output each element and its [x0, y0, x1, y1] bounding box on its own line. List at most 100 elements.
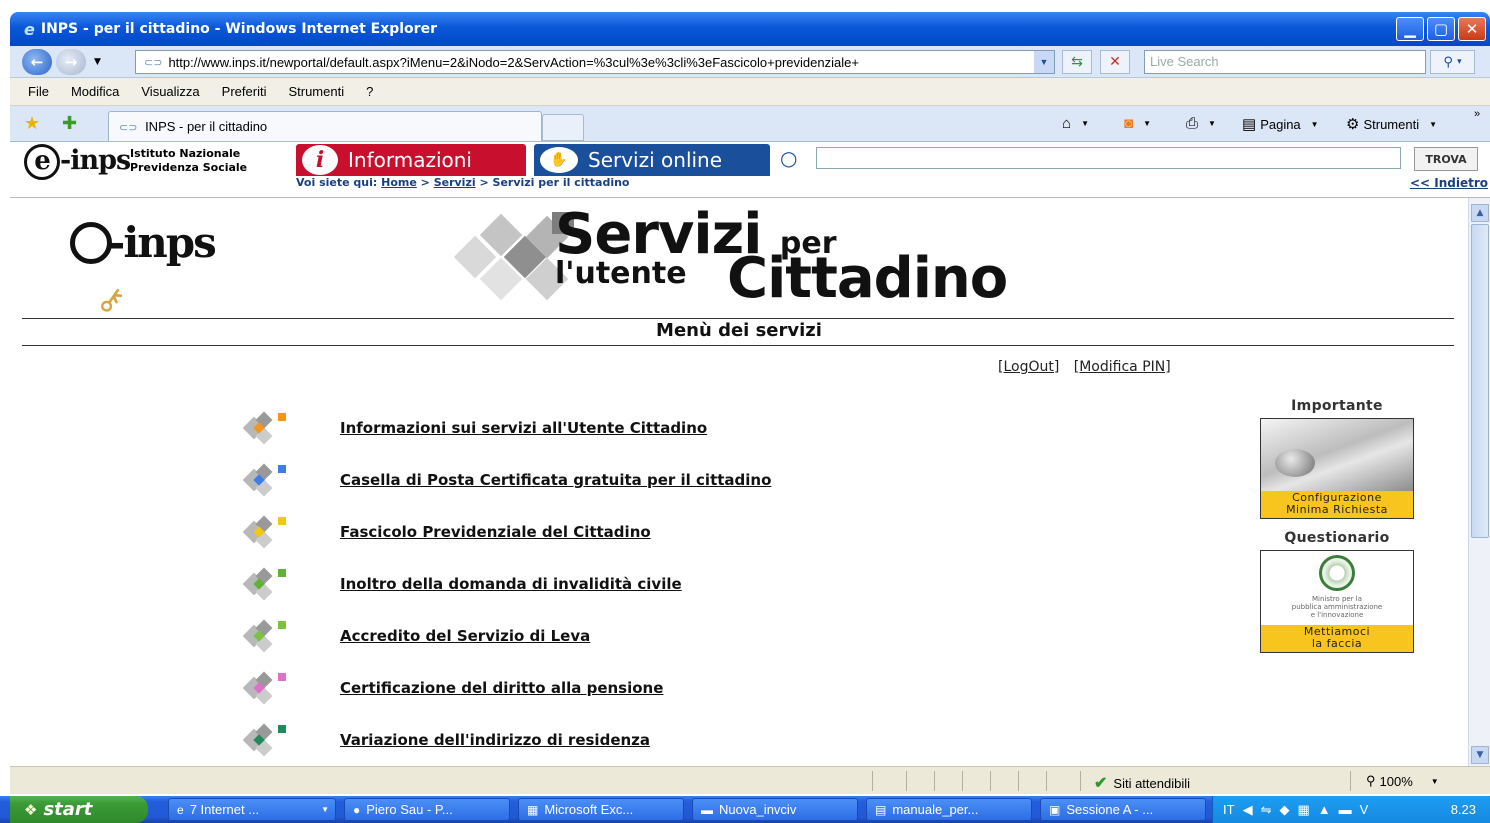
- task-piero-sau[interactable]: ● Piero Sau - P...: [344, 798, 510, 821]
- tools-menu-button[interactable]: ⚙ Strumenti ▼: [1346, 115, 1437, 133]
- search-dropdown-icon: ▾: [1457, 57, 1462, 67]
- service-link[interactable]: Informazioni sui servizi all'Utente Citt…: [340, 419, 707, 437]
- vertical-scrollbar[interactable]: ▲ ▼: [1468, 198, 1490, 766]
- service-link[interactable]: Inoltro della domanda di invalidità civi…: [340, 575, 682, 593]
- address-toolbar: ← → ▼ ⊂⊃ http://www.inps.it/newportal/de…: [10, 46, 1490, 78]
- page-menu-button[interactable]: ▤ Pagina ▼: [1242, 115, 1319, 133]
- stop-button[interactable]: ✕: [1100, 50, 1130, 74]
- service-item: Accredito del Servizio di Leva: [240, 618, 590, 654]
- excel-icon: ▦: [527, 802, 539, 817]
- mettiamoci-la-faccia-banner[interactable]: Ministro per la pubblica amministrazione…: [1260, 550, 1414, 653]
- task-word[interactable]: ▤ manuale_per...: [866, 798, 1032, 821]
- tab-title: INPS - per il cittadino: [145, 119, 268, 134]
- forward-arrow-icon: →: [64, 52, 78, 71]
- service-link[interactable]: Certificazione del diritto alla pensione: [340, 679, 663, 697]
- calendar-icon[interactable]: ▦: [1297, 802, 1309, 818]
- tab-servizi-online[interactable]: ✋ Servizi online: [534, 144, 770, 176]
- live-search-input[interactable]: Live Search: [1144, 50, 1426, 74]
- antivirus-icon[interactable]: ◆: [1279, 802, 1289, 818]
- language-indicator[interactable]: IT: [1223, 802, 1235, 817]
- connection-icon[interactable]: ▲: [1318, 802, 1331, 817]
- security-zone[interactable]: ✔ Siti attendibili: [1094, 773, 1190, 793]
- print-button[interactable]: ⎙ ▼: [1186, 115, 1216, 132]
- service-item: Casella di Posta Certificata gratuita pe…: [240, 462, 771, 498]
- vpn-icon[interactable]: V: [1360, 802, 1369, 817]
- refresh-button[interactable]: ⇆: [1062, 50, 1092, 74]
- clock: 8.23: [1450, 802, 1476, 817]
- ie-icon: e: [24, 19, 35, 39]
- service-link[interactable]: Casella di Posta Certificata gratuita pe…: [340, 471, 771, 489]
- breadcrumb-servizi[interactable]: Servizi: [434, 176, 476, 189]
- monitor-icon[interactable]: ▬: [1339, 802, 1352, 817]
- menu-visualizza[interactable]: Visualizza: [141, 84, 199, 99]
- maximize-button[interactable]: ▢: [1427, 17, 1455, 41]
- scroll-down-icon[interactable]: ▼: [1471, 746, 1489, 764]
- favorites-star-icon[interactable]: ★: [24, 113, 40, 134]
- url-dropdown-icon[interactable]: ▼: [1034, 51, 1054, 73]
- configurazione-banner[interactable]: Configurazione Minima Richiesta: [1260, 418, 1414, 519]
- institute-name: Istituto Nazionale Previdenza Sociale: [130, 147, 248, 174]
- inps-logo[interactable]: e -inps: [24, 144, 131, 180]
- new-tab-button[interactable]: [542, 114, 584, 141]
- network-icon[interactable]: ⇋: [1261, 802, 1272, 818]
- service-diamond-icon: [240, 462, 290, 498]
- service-item: Informazioni sui servizi all'Utente Citt…: [240, 410, 707, 446]
- checkmark-icon: ✔: [1094, 775, 1108, 792]
- zoom-level: 100%: [1379, 773, 1413, 789]
- tab-inps[interactable]: ⊂⊃ INPS - per il cittadino: [108, 111, 542, 141]
- add-favorite-icon[interactable]: ✚: [62, 113, 77, 134]
- scroll-up-icon[interactable]: ▲: [1471, 204, 1489, 222]
- feeds-button[interactable]: ◙ ▼: [1124, 115, 1151, 132]
- url-field[interactable]: ⊂⊃ http://www.inps.it/newportal/default.…: [135, 50, 1055, 74]
- einps-logo: -inps ⚷: [70, 218, 217, 322]
- service-link[interactable]: Variazione dell'indirizzo di residenza: [340, 731, 650, 749]
- search-bubble-icon: ○: [780, 146, 798, 170]
- back-link[interactable]: << Indietro: [1410, 176, 1488, 190]
- questionario-title: Questionario: [1284, 530, 1390, 546]
- close-button[interactable]: ✕: [1458, 17, 1486, 41]
- menu-file[interactable]: File: [28, 84, 49, 99]
- zoom-dropdown-icon: ▼: [1430, 776, 1439, 786]
- windows-logo-icon: ❖: [24, 800, 38, 819]
- start-button[interactable]: ❖ start: [10, 796, 148, 823]
- configurazione-caption: Configurazione Minima Richiesta: [1261, 491, 1413, 518]
- messenger-icon: ●: [353, 802, 361, 817]
- service-diamond-icon: [240, 618, 290, 654]
- tab-informazioni[interactable]: i Informazioni: [296, 144, 526, 176]
- taskbar: ❖ start e7 Internet ... ▼ ● Piero Sau - P.…: [0, 796, 1490, 823]
- home-button[interactable]: ⌂ ▼: [1062, 115, 1089, 132]
- trova-button[interactable]: TROVA: [1414, 147, 1478, 171]
- hands-icon: ✋: [540, 147, 578, 173]
- service-link[interactable]: Accredito del Servizio di Leva: [340, 627, 590, 645]
- service-diamond-icon: [240, 722, 290, 758]
- menu-strumenti[interactable]: Strumenti: [288, 84, 344, 99]
- site-search-input[interactable]: [816, 147, 1401, 169]
- logout-link[interactable]: [LogOut]: [998, 359, 1059, 375]
- chevron-more-icon[interactable]: »: [1474, 108, 1480, 120]
- banner-title: Servizi per l'utente Cittadino: [555, 202, 1008, 311]
- search-button[interactable]: ⚲ ▾: [1430, 50, 1475, 74]
- task-sessione[interactable]: ▣ Sessione A - ...: [1040, 798, 1206, 821]
- importante-title: Importante: [1291, 398, 1383, 414]
- breadcrumb-home[interactable]: Home: [381, 176, 417, 189]
- history-dropdown-icon[interactable]: ▼: [94, 57, 101, 67]
- menu-bar: File Modifica Visualizza Preferiti Strum…: [10, 78, 1490, 106]
- zoom-control[interactable]: ⚲ 100% ▼: [1366, 773, 1439, 789]
- task-excel[interactable]: ▦ Microsoft Exc...: [518, 798, 684, 821]
- scroll-thumb[interactable]: [1471, 224, 1489, 538]
- back-button[interactable]: ←: [22, 48, 52, 75]
- tray-arrow-icon[interactable]: ◀: [1243, 802, 1253, 818]
- service-link[interactable]: Fascicolo Previdenziale del Cittadino: [340, 523, 651, 541]
- menu-modifica[interactable]: Modifica: [71, 84, 119, 99]
- importante-box: Importante Configurazione Minima Richies…: [1260, 398, 1414, 519]
- modifica-pin-link[interactable]: [Modifica PIN]: [1074, 359, 1171, 375]
- task-internet[interactable]: e7 Internet ... ▼: [168, 798, 336, 821]
- service-diamond-icon: [240, 410, 290, 446]
- forward-button[interactable]: →: [56, 48, 86, 75]
- menu-help[interactable]: ?: [366, 84, 373, 99]
- window-titlebar: e INPS - per il cittadino - Windows Inte…: [10, 12, 1490, 46]
- menu-preferiti[interactable]: Preferiti: [222, 84, 267, 99]
- tools-menu-label: Strumenti: [1363, 116, 1420, 132]
- task-folder[interactable]: ▬ Nuova_invciv: [692, 798, 858, 821]
- minimize-button[interactable]: ▁: [1396, 17, 1424, 41]
